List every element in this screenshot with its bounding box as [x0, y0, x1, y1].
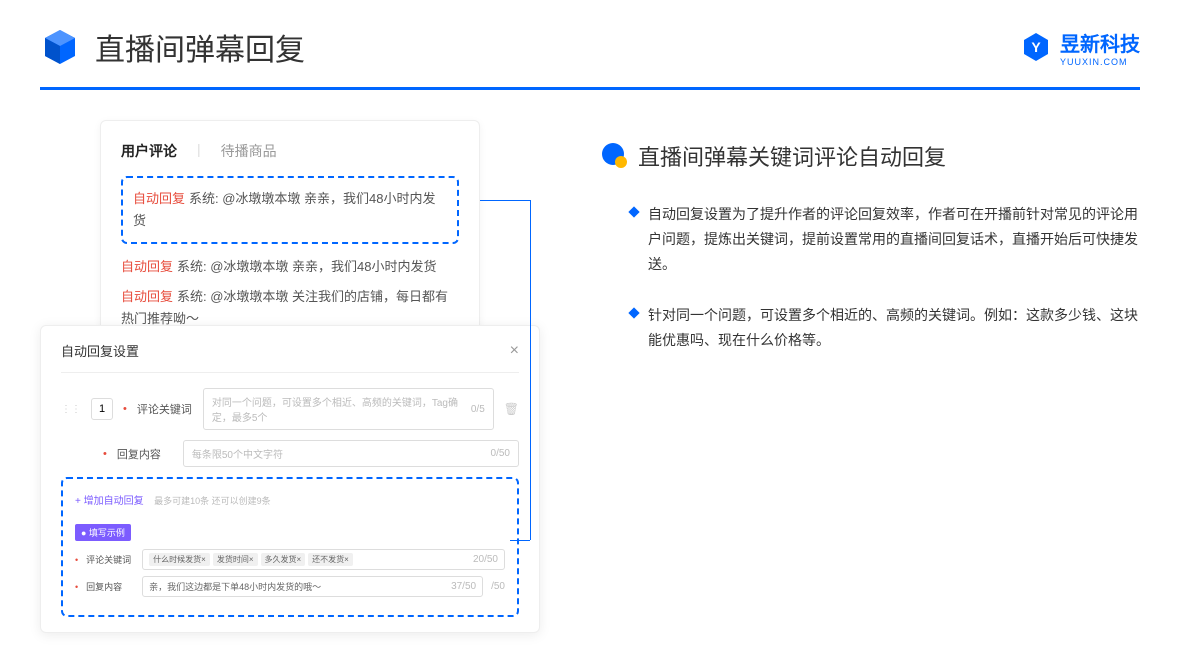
- example-container: + 增加自动回复 最多可建10条 还可以创建9条 ● 填写示例 • 评论关键词 …: [61, 477, 519, 617]
- keyword-label: 评论关键词: [137, 401, 193, 417]
- example-keyword-label: 评论关键词: [86, 553, 134, 566]
- keyword-tag[interactable]: 多久发货×: [261, 553, 306, 566]
- example-content-value: 亲，我们这边都是下单48小时内发货的哦～: [149, 580, 321, 593]
- example-keyword-input[interactable]: 什么时候发货× 发货时间× 多久发货× 还不发货× 20/50: [142, 549, 505, 570]
- tab-divider: |: [197, 141, 201, 161]
- tag-list: 什么时候发货× 发货时间× 多久发货× 还不发货×: [149, 553, 353, 566]
- section-header: 直播间弹幕关键词评论自动回复: [600, 140, 1140, 172]
- diamond-icon: [628, 307, 639, 318]
- keyword-tag[interactable]: 发货时间×: [213, 553, 258, 566]
- tab-user-comments[interactable]: 用户评论: [121, 141, 177, 161]
- keyword-input[interactable]: 对同一个问题，可设置多个相近、高频的关键词，Tag确定，最多5个 0/5: [203, 388, 494, 430]
- auto-reply-tag: 自动回复: [133, 191, 185, 206]
- logo-text: 昱新科技: [1060, 28, 1140, 57]
- header-left: 直播间弹幕回复: [40, 25, 305, 69]
- example-badge: ● 填写示例: [75, 524, 131, 541]
- form-row-content: • 回复内容 每条限50个中文字符 0/50: [61, 440, 519, 467]
- company-logo: Y 昱新科技 YUUXIN.COM: [1020, 28, 1140, 67]
- connector-line: [480, 200, 530, 201]
- comments-card: 用户评论 | 待播商品 自动回复系统: @冰墩墩本墩 亲亲，我们48小时内发货 …: [100, 120, 480, 359]
- tab-products[interactable]: 待播商品: [221, 141, 277, 161]
- reply-text: 系统: @冰墩墩本墩 亲亲，我们48小时内发货: [177, 259, 437, 274]
- input-placeholder: 对同一个问题，可设置多个相近、高频的关键词，Tag确定，最多5个: [212, 394, 471, 424]
- modal-header: 自动回复设置 ×: [61, 341, 519, 373]
- content-area: 用户评论 | 待播商品 自动回复系统: @冰墩墩本墩 亲亲，我们48小时内发货 …: [0, 90, 1180, 650]
- close-icon[interactable]: ×: [510, 342, 519, 360]
- char-counter: 0/50: [491, 448, 510, 459]
- required-mark: •: [75, 582, 78, 592]
- required-mark: •: [103, 448, 107, 460]
- highlighted-reply: 自动回复系统: @冰墩墩本墩 亲亲，我们48小时内发货: [121, 176, 459, 244]
- example-content-label: 回复内容: [86, 580, 134, 593]
- reply-item: 自动回复系统: @冰墩墩本墩 关注我们的店铺，每日都有热门推荐呦～: [121, 286, 459, 330]
- keyword-tag[interactable]: 还不发货×: [308, 553, 353, 566]
- page-header: 直播间弹幕回复 Y 昱新科技 YUUXIN.COM: [0, 0, 1180, 79]
- example-content-row: • 回复内容 亲，我们这边都是下单48小时内发货的哦～ 37/50 /50: [75, 576, 505, 597]
- char-counter: 0/5: [471, 404, 485, 415]
- input-placeholder: 每条限50个中文字符: [192, 446, 283, 461]
- settings-modal: 自动回复设置 × ⋮⋮ 1 • 评论关键词 对同一个问题，可设置多个相近、高频的…: [40, 325, 540, 633]
- content-input[interactable]: 每条限50个中文字符 0/50: [183, 440, 519, 467]
- char-counter: 20/50: [473, 554, 498, 565]
- speech-bubble-icon: [600, 142, 628, 170]
- reply-item: 自动回复系统: @冰墩墩本墩 亲亲，我们48小时内发货: [121, 256, 459, 278]
- auto-reply-tag: 自动回复: [121, 289, 173, 304]
- page-title: 直播间弹幕回复: [95, 25, 305, 69]
- content-label: 回复内容: [117, 446, 173, 462]
- diamond-icon: [628, 206, 639, 217]
- example-keyword-row: • 评论关键词 什么时候发货× 发货时间× 多久发货× 还不发货× 20/50: [75, 549, 505, 570]
- modal-title: 自动回复设置: [61, 341, 139, 360]
- form-row-keyword: ⋮⋮ 1 • 评论关键词 对同一个问题，可设置多个相近、高频的关键词，Tag确定…: [61, 388, 519, 430]
- bullet-text: 自动回复设置为了提升作者的评论回复效率，作者可在开播前针对常见的评论用户问题，提…: [648, 202, 1140, 278]
- svg-text:Y: Y: [1031, 39, 1041, 55]
- required-mark: •: [123, 403, 127, 415]
- example-content-input[interactable]: 亲，我们这边都是下单48小时内发货的哦～ 37/50: [142, 576, 483, 597]
- required-mark: •: [75, 555, 78, 565]
- card-tabs: 用户评论 | 待播商品: [121, 141, 459, 161]
- keyword-tag[interactable]: 什么时候发货×: [149, 553, 210, 566]
- cube-icon: [40, 27, 80, 67]
- section-title: 直播间弹幕关键词评论自动回复: [638, 140, 946, 172]
- trash-icon[interactable]: 🗑: [504, 402, 519, 416]
- bullet-text: 针对同一个问题，可设置多个相近的、高频的关键词。例如：这款多少钱、这块能优惠吗、…: [648, 303, 1140, 353]
- bullet-item: 针对同一个问题，可设置多个相近的、高频的关键词。例如：这款多少钱、这块能优惠吗、…: [600, 303, 1140, 353]
- index-box: 1: [91, 398, 113, 420]
- description-panel: 直播间弹幕关键词评论自动回复 自动回复设置为了提升作者的评论回复效率，作者可在开…: [600, 120, 1140, 620]
- auto-reply-tag: 自动回复: [121, 259, 173, 274]
- bullet-item: 自动回复设置为了提升作者的评论回复效率，作者可在开播前针对常见的评论用户问题，提…: [600, 202, 1140, 278]
- reply-item: 自动回复系统: @冰墩墩本墩 亲亲，我们48小时内发货: [133, 188, 447, 232]
- add-reply-link[interactable]: + 增加自动回复: [75, 492, 144, 507]
- side-counter: /50: [491, 581, 505, 592]
- logo-subtitle: YUUXIN.COM: [1060, 57, 1140, 67]
- drag-handle-icon[interactable]: ⋮⋮: [61, 404, 81, 415]
- screenshot-panel: 用户评论 | 待播商品 自动回复系统: @冰墩墩本墩 亲亲，我们48小时内发货 …: [40, 120, 560, 620]
- add-hint: 最多可建10条 还可以创建9条: [154, 496, 271, 506]
- logo-icon: Y: [1020, 31, 1052, 63]
- char-counter: 37/50: [451, 581, 476, 592]
